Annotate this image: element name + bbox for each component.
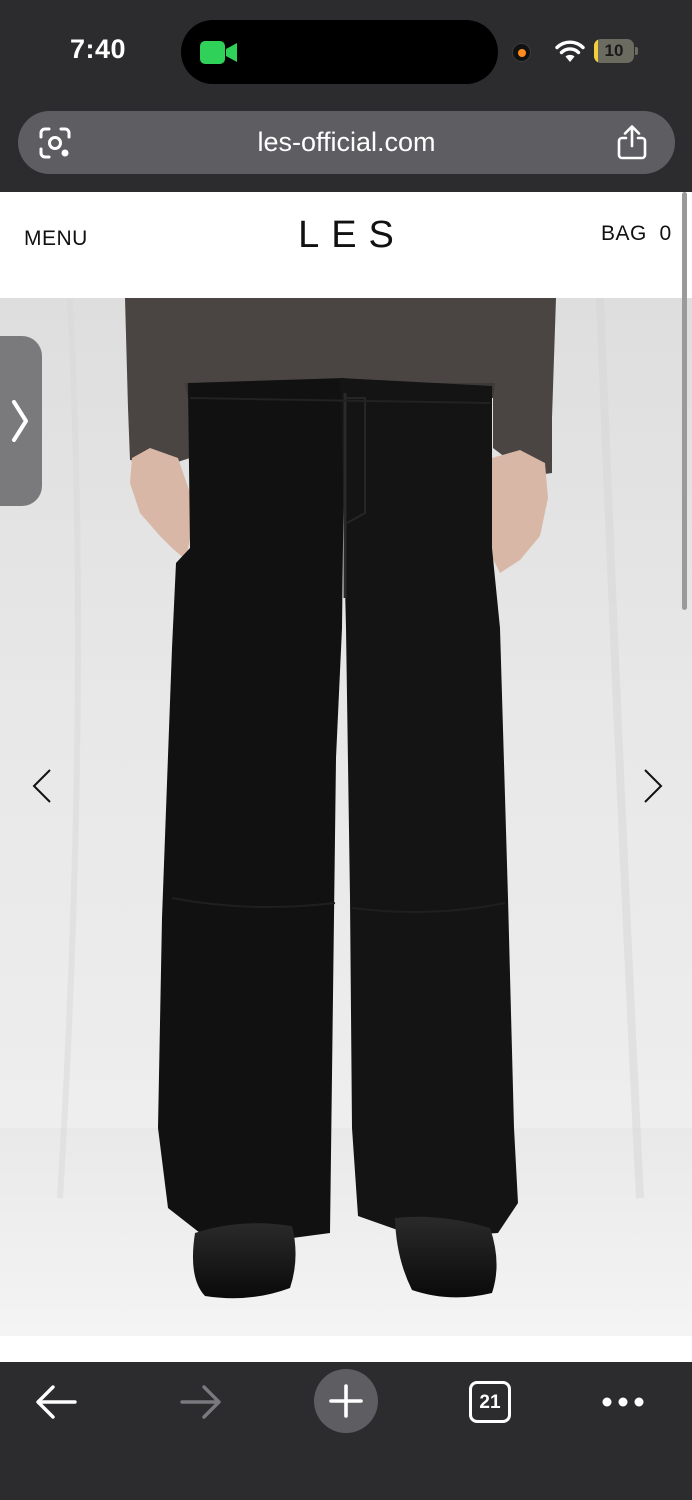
scroll-indicator[interactable]: [682, 192, 687, 610]
forward-arrow-icon[interactable]: [178, 1382, 224, 1422]
battery-indicator: 10: [594, 39, 638, 63]
site-header: MENU LES BAG 0: [0, 192, 692, 298]
browser-toolbar: 21: [0, 1362, 692, 1500]
status-bar: 7:40 10: [0, 0, 692, 104]
back-arrow-icon[interactable]: [33, 1382, 79, 1422]
product-image[interactable]: [0, 298, 692, 1336]
sidebar-pull-tab[interactable]: [0, 336, 42, 506]
address-bar[interactable]: les-official.com: [18, 111, 675, 174]
chevron-right-icon: [12, 400, 28, 442]
url-text[interactable]: les-official.com: [18, 127, 675, 158]
tab-count: 21: [479, 1392, 501, 1413]
bag-count: 0: [659, 222, 672, 245]
facetime-video-icon: [200, 41, 237, 64]
bag-label: BAG: [601, 222, 647, 245]
product-photo: [0, 298, 692, 1336]
new-tab-button[interactable]: [314, 1369, 378, 1433]
more-icon[interactable]: [600, 1392, 646, 1412]
status-time: 7:40: [70, 34, 127, 64]
web-page: MENU LES BAG 0: [0, 192, 692, 1362]
site-logo[interactable]: LES: [0, 214, 692, 257]
battery-percentage: 10: [604, 41, 624, 60]
wifi-icon: [555, 40, 585, 62]
tabs-icon[interactable]: 21: [469, 1381, 511, 1423]
dynamic-island[interactable]: [181, 20, 498, 84]
plus-icon: [329, 1384, 363, 1418]
bag-link[interactable]: BAG 0: [601, 222, 672, 246]
recording-indicator-dot: [512, 43, 531, 62]
share-icon[interactable]: [616, 124, 648, 160]
chevron-left-icon[interactable]: [30, 768, 54, 804]
chevron-right-icon[interactable]: [641, 768, 665, 804]
